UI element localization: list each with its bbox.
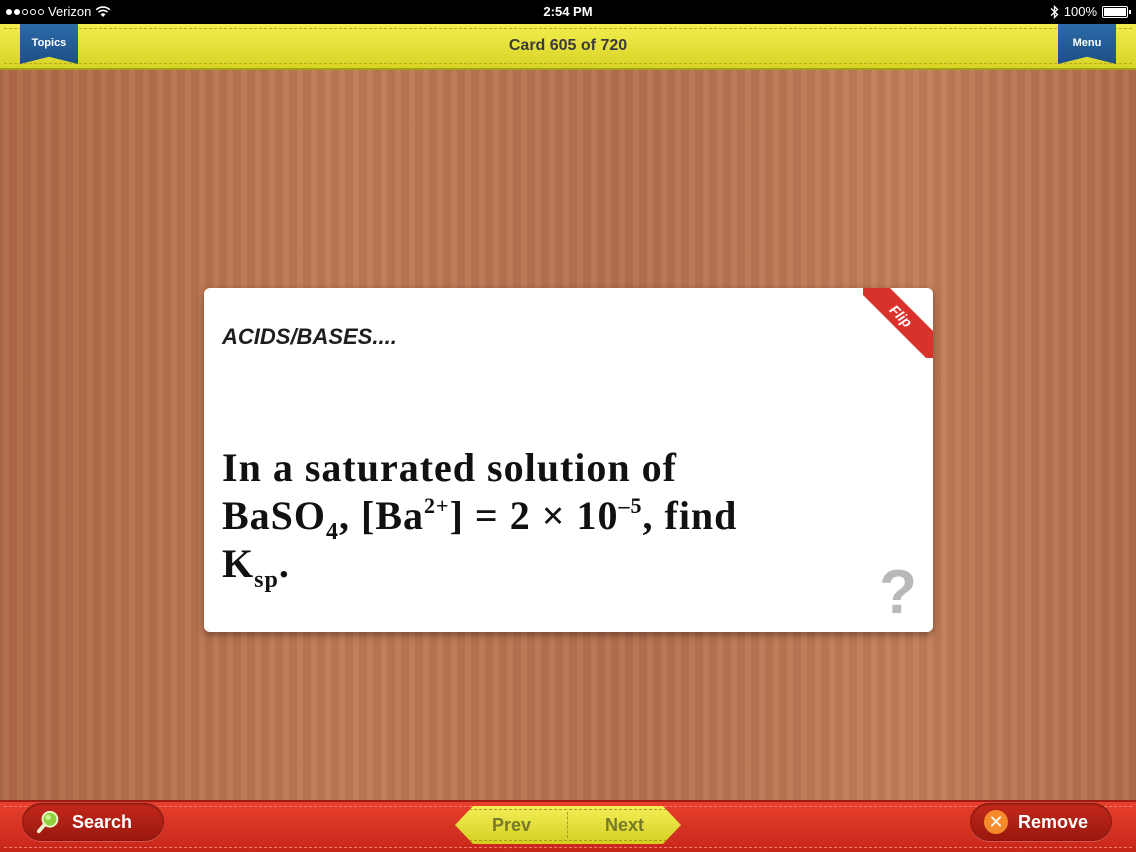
- status-bar: Verizon 2:54 PM 100%: [0, 0, 1136, 24]
- question-line-2: BaSO4, [Ba2+] = 2 × 10–5, find: [222, 493, 738, 545]
- question-line-3: Ksp.: [222, 541, 290, 593]
- remove-button[interactable]: ✕ Remove: [970, 803, 1112, 841]
- search-button[interactable]: Search: [22, 803, 164, 841]
- top-toolbar: Card 605 of 720: [0, 24, 1136, 70]
- battery-percent: 100%: [1063, 4, 1097, 19]
- question-line-1: In a saturated solution of: [222, 445, 677, 490]
- flashcard[interactable]: ACIDS/BASES.... In a saturated solution …: [204, 288, 933, 632]
- battery-icon: [1102, 5, 1131, 18]
- search-icon: [36, 809, 62, 835]
- flip-label: Flip: [863, 288, 933, 358]
- question-mark-icon[interactable]: ?: [879, 562, 917, 624]
- flip-button[interactable]: Flip: [863, 288, 933, 358]
- card-topic-label: ACIDS/BASES....: [222, 324, 397, 349]
- prev-button[interactable]: Prev: [455, 806, 568, 844]
- remove-button-label: Remove: [1018, 811, 1089, 832]
- prev-next-group: Prev Next: [455, 806, 681, 844]
- close-icon: ✕: [984, 810, 1008, 834]
- bluetooth-icon: [1050, 4, 1059, 19]
- status-time: 2:54 PM: [543, 4, 593, 19]
- status-right: 100%: [1050, 4, 1131, 19]
- search-button-label: Search: [72, 811, 133, 832]
- card-question-text: In a saturated solution of BaSO4, [Ba2+]…: [222, 444, 862, 593]
- card-counter-title: Card 605 of 720: [508, 37, 628, 54]
- next-button[interactable]: Next: [568, 806, 681, 844]
